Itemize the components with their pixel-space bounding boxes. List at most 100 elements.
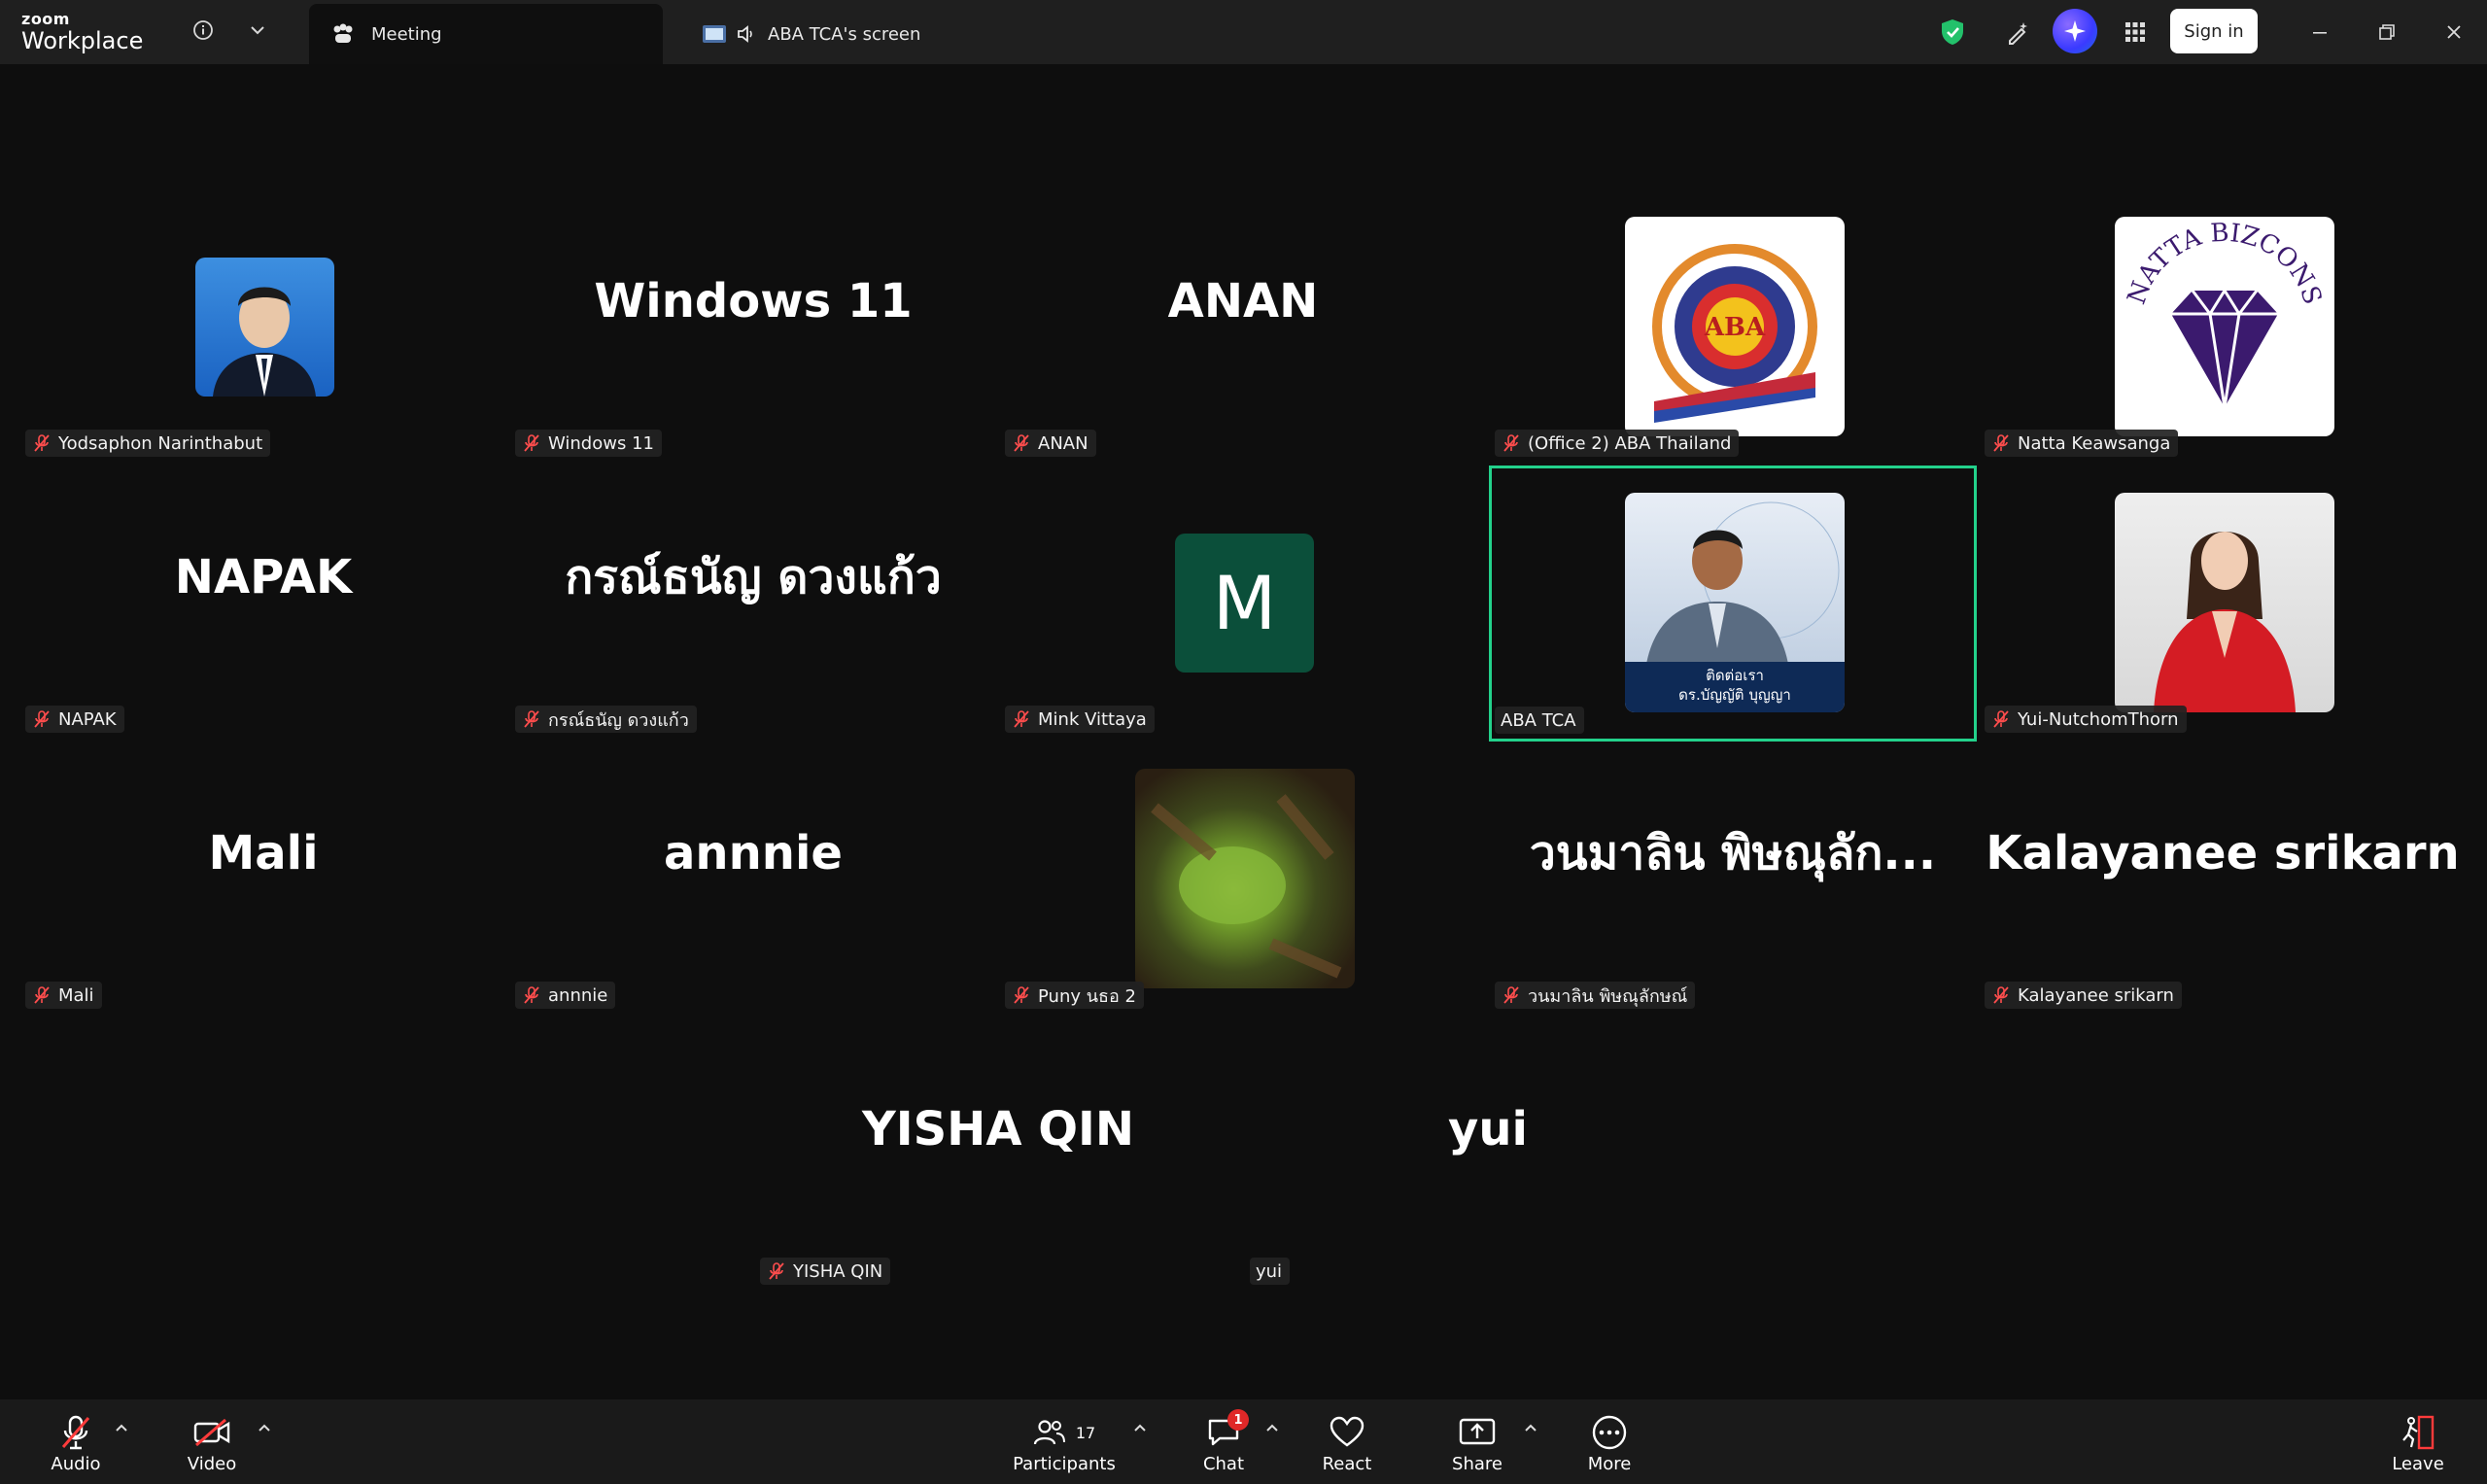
participant-tile[interactable]: annnie annnie [509, 746, 997, 1018]
participant-tile[interactable]: Mali Mali [19, 746, 507, 1018]
mic-muted-icon [1011, 432, 1032, 454]
tab-meeting[interactable]: Meeting [309, 4, 663, 64]
mic-muted-icon [1990, 708, 2012, 730]
participant-tile[interactable]: กรณ์ธนัญ ดวงแก้ว กรณ์ธนัญ ดวงแก้ว [509, 470, 997, 742]
participant-name: Windows 11 [548, 432, 654, 454]
participants-icon: 17 [1033, 1411, 1095, 1454]
video-options-chevron-up-icon[interactable] [258, 1421, 271, 1436]
restore-icon[interactable] [2370, 16, 2403, 49]
participant-tile-active-speaker[interactable]: ติดต่อเรา ดร.บัญญัติ บุญญา ABA TCA [1489, 466, 1977, 742]
participant-display-name: กรณ์ธนัญ ดวงแก้ว [565, 550, 942, 604]
mic-muted-icon [1501, 432, 1522, 454]
participant-name: NAPAK [58, 708, 117, 730]
avatar-initial: M [1175, 534, 1314, 673]
participant-nameplate: Mink Vittaya [1005, 706, 1155, 733]
participant-photo [195, 258, 334, 397]
meeting-icon [330, 23, 356, 45]
more-dots-icon [1591, 1411, 1628, 1454]
heart-icon [1329, 1411, 1365, 1454]
participant-tile[interactable]: yui yui [1244, 1022, 1732, 1294]
chevron-down-icon[interactable] [243, 16, 272, 45]
natta-bizcons-logo: NATTA BIZCONS [2115, 217, 2334, 436]
chat-label: Chat [1202, 1454, 1245, 1474]
mic-muted-icon [31, 708, 52, 730]
participants-count: 17 [1075, 1423, 1096, 1442]
participants-options-chevron-up-icon[interactable] [1133, 1421, 1147, 1436]
close-icon[interactable] [2437, 16, 2470, 49]
audio-button[interactable]: Audio [39, 1411, 113, 1474]
video-off-icon [192, 1411, 231, 1454]
participant-tile[interactable]: M Mink Vittaya [999, 470, 1487, 742]
participant-tile[interactable]: Kalayanee srikarn Kalayanee srikarn [1979, 746, 2467, 1018]
share-button[interactable]: Share [1438, 1411, 1516, 1474]
meeting-toolbar: Audio Video 17 Participants 1 Chat React… [0, 1399, 2487, 1484]
audio-options-chevron-up-icon[interactable] [115, 1421, 128, 1436]
participant-tile[interactable]: ANAN ANAN [999, 194, 1487, 466]
participant-nameplate: YISHA QIN [760, 1258, 891, 1285]
share-screen-icon [1458, 1411, 1497, 1454]
video-button[interactable]: Video [175, 1411, 249, 1474]
tab-shared-screen[interactable]: ABA TCA's screen [680, 4, 1088, 64]
participant-nameplate: NAPAK [25, 706, 124, 733]
share-options-chevron-up-icon[interactable] [1524, 1421, 1537, 1436]
participant-name: ABA TCA [1501, 709, 1576, 731]
brand-bottom: Workplace [21, 27, 144, 54]
participant-tile[interactable]: ABA (Office 2) ABA Thailand [1489, 194, 1977, 466]
chat-button[interactable]: 1 Chat [1191, 1409, 1257, 1474]
react-button[interactable]: React [1312, 1411, 1382, 1474]
participants-button[interactable]: 17 Participants [1011, 1411, 1118, 1474]
participant-tile[interactable]: วนมาลิน พิษณุลัก... วนมาลิน พิษณุลักษณ์ [1489, 746, 1977, 1018]
brand-top: zoom [21, 10, 70, 28]
participant-nameplate: วนมาลิน พิษณุลักษณ์ [1495, 982, 1696, 1009]
react-label: React [1322, 1454, 1372, 1474]
pen-sparkle-icon[interactable] [2002, 16, 2035, 49]
participant-name: Natta Keawsanga [2018, 432, 2171, 454]
participant-name: yui [1256, 1260, 1283, 1282]
participant-name: กรณ์ธนัญ ดวงแก้ว [548, 709, 689, 731]
participant-nameplate: ANAN [1005, 430, 1096, 457]
participant-display-name: annnie [664, 826, 843, 880]
tab-shared-screen-label: ABA TCA's screen [768, 23, 921, 45]
participant-tile[interactable]: YISHA QIN YISHA QIN [754, 1022, 1242, 1294]
participants-label: Participants [1013, 1454, 1116, 1474]
mic-muted-icon [521, 708, 542, 730]
chat-options-chevron-up-icon[interactable] [1265, 1421, 1279, 1436]
minimize-icon[interactable] [2303, 16, 2336, 49]
participant-nameplate: annnie [515, 982, 616, 1009]
participant-name: Kalayanee srikarn [2018, 984, 2174, 1006]
participant-name: annnie [548, 984, 608, 1006]
chat-icon: 1 [1206, 1409, 1249, 1454]
mic-muted-icon [1011, 984, 1032, 1006]
participant-tile[interactable]: Windows 11 Windows 11 [509, 194, 997, 466]
leave-button[interactable]: Leave [2383, 1411, 2453, 1474]
participant-tile[interactable]: NATTA BIZCONS Natta Keawsanga [1979, 194, 2467, 466]
more-button[interactable]: More [1574, 1411, 1644, 1474]
participant-display-name: Windows 11 [594, 274, 913, 328]
participant-display-name: yui [1448, 1102, 1528, 1156]
participant-nameplate: Windows 11 [515, 430, 662, 457]
participant-display-name: วนมาลิน พิษณุลัก... [1529, 826, 1937, 880]
participant-nameplate: Kalayanee srikarn [1985, 982, 2182, 1009]
logo-text: ABA [1704, 313, 1766, 342]
participant-display-name: Mali [208, 826, 319, 880]
ai-companion-button[interactable] [2053, 9, 2097, 53]
shield-check-icon[interactable] [1936, 16, 1969, 49]
aba-logo: ABA [1625, 217, 1845, 436]
sign-in-button[interactable]: Sign in [2170, 9, 2258, 53]
zoom-logo: zoom Workplace [21, 10, 144, 54]
participant-display-name: ANAN [1167, 274, 1319, 328]
participant-nameplate: Puny นธอ 2 [1005, 982, 1145, 1009]
audio-label: Audio [51, 1454, 101, 1474]
participant-nameplate: กรณ์ธนัญ ดวงแก้ว [515, 706, 697, 733]
participant-tile[interactable]: NAPAK NAPAK [19, 470, 507, 742]
mic-muted-icon [1990, 984, 2012, 1006]
speaker-icon [737, 25, 756, 43]
participant-tile[interactable]: Yodsaphon Narinthabut [19, 194, 507, 466]
info-icon[interactable] [189, 16, 218, 45]
mic-muted-icon [766, 1260, 787, 1282]
participant-tile[interactable]: Yui-NutchomThorn [1979, 470, 2467, 742]
participant-name: YISHA QIN [793, 1260, 883, 1282]
apps-grid-icon[interactable] [2119, 16, 2152, 49]
participant-name: Puny นธอ 2 [1038, 985, 1137, 1007]
participant-tile[interactable]: Puny นธอ 2 [999, 746, 1487, 1018]
